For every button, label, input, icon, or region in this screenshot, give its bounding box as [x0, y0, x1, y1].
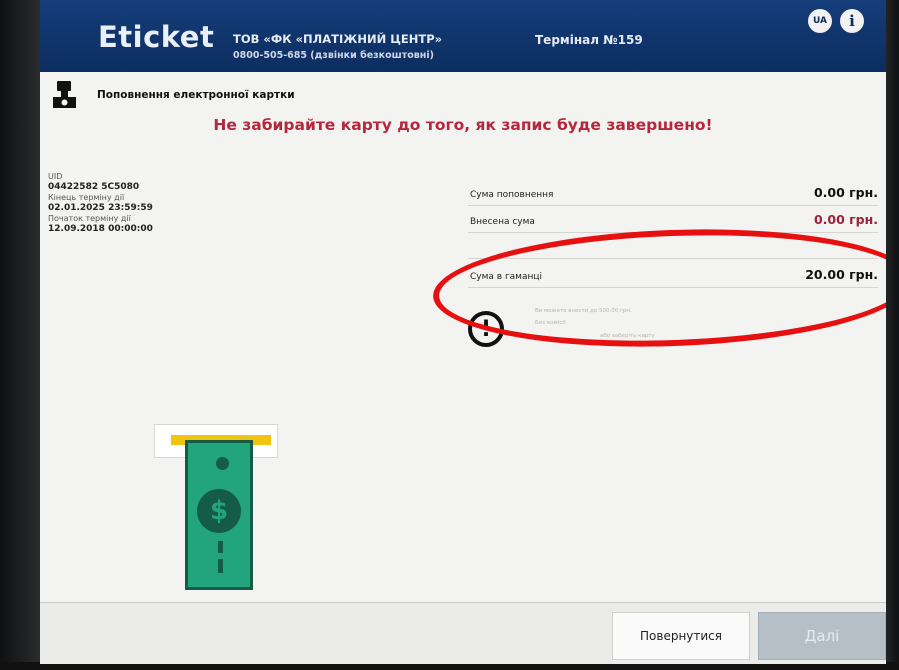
header-bar: Eticket ТОВ «ФК «ПЛАТІЖНИЙ ЦЕНТР» 0800-5… — [40, 0, 886, 72]
topup-amount-label: Сума поповнення — [470, 190, 554, 200]
info-icon[interactable]: i — [840, 9, 864, 33]
banknote-mark — [218, 559, 223, 573]
topup-amount-value: 0.00 грн. — [813, 185, 878, 200]
footer-bar: Повернутися Далі — [40, 602, 886, 664]
dollar-icon: $ — [197, 489, 241, 533]
card-topup-icon — [53, 81, 76, 108]
eticket-logo: Eticket — [98, 20, 215, 54]
banknote-dot — [216, 457, 229, 470]
deposited-amount-label: Внесена сума — [470, 217, 535, 227]
topup-amount-row: Сума поповнення 0.00 грн. — [468, 183, 878, 206]
uid-label: UID — [48, 172, 63, 181]
banknote-icon: $ — [185, 440, 253, 590]
terminal-bezel-left — [0, 0, 40, 670]
section-title: Поповнення електронної картки — [97, 89, 295, 101]
expiry-label: Кінець терміну дії — [48, 193, 125, 202]
validity-start-value: 12.09.2018 00:00:00 — [48, 224, 153, 234]
back-button[interactable]: Повернутися — [612, 612, 750, 660]
validity-start-label: Початок терміну дії — [48, 214, 131, 223]
next-button[interactable]: Далі — [758, 612, 886, 660]
terminal-number: Термінал №159 — [535, 33, 643, 47]
expiry-value: 02.01.2025 23:59:59 — [48, 203, 153, 213]
deposited-amount-value: 0.00 грн. — [813, 212, 878, 227]
kiosk-screen: Eticket ТОВ «ФК «ПЛАТІЖНИЙ ЦЕНТР» 0800-5… — [40, 0, 886, 664]
card-info-panel: UID 04422582 5C5080 Кінець терміну дії 0… — [48, 172, 153, 235]
warning-message: Не забирайте карту до того, як запис буд… — [213, 116, 713, 134]
support-phone: 0800-505-685 (дзвінки безкоштовні) — [233, 50, 434, 61]
language-button[interactable]: UA — [808, 9, 832, 33]
uid-value: 04422582 5C5080 — [48, 182, 140, 192]
banknote-mark — [218, 541, 223, 553]
company-name: ТОВ «ФК «ПЛАТІЖНИЙ ЦЕНТР» — [233, 32, 443, 46]
